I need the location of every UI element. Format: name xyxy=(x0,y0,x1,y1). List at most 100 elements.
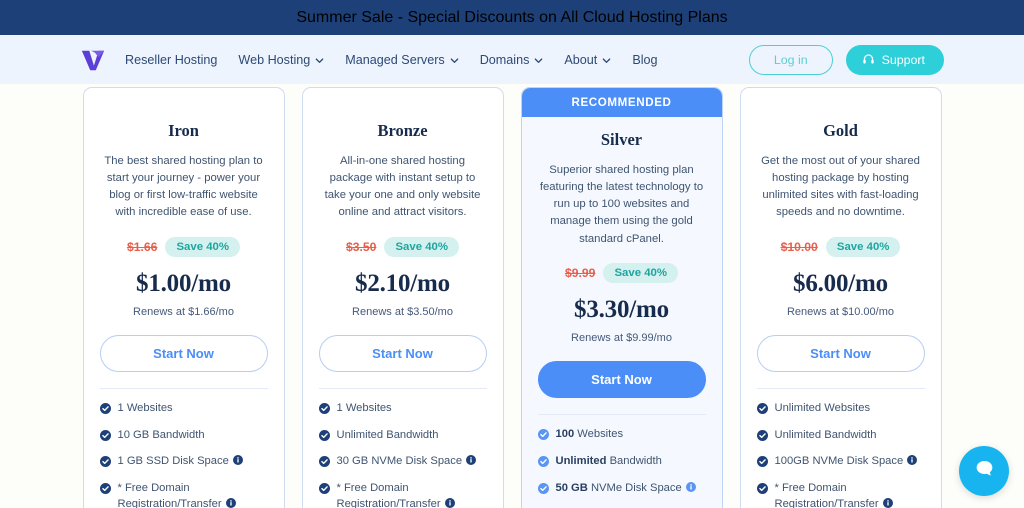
feature-item: Unlimited Bandwidth xyxy=(319,428,487,444)
nav-label: Web Hosting xyxy=(238,53,310,67)
nav-label: Managed Servers xyxy=(345,53,444,67)
plan-description: The best shared hosting plan to start yo… xyxy=(100,153,268,222)
renewal-note: Renews at $9.99/mo xyxy=(538,332,706,344)
main-navbar: Reseller Hosting Web Hosting Managed Ser… xyxy=(0,35,1024,84)
check-circle-icon xyxy=(319,403,330,414)
feature-item: 1 Websites xyxy=(100,401,268,417)
pricing-card-iron: Iron The best shared hosting plan to sta… xyxy=(83,87,285,508)
renewal-note: Renews at $10.00/mo xyxy=(757,306,925,318)
chat-bubble-icon xyxy=(973,457,996,485)
price-row: $9.99 Save 40% xyxy=(538,263,706,283)
chevron-down-icon xyxy=(450,56,459,65)
check-circle-icon xyxy=(538,483,549,494)
plan-name: Silver xyxy=(538,130,706,150)
check-circle-icon xyxy=(757,483,768,494)
feature-item: 100 Websites xyxy=(538,427,706,443)
nav-label: About xyxy=(564,53,597,67)
save-badge: Save 40% xyxy=(603,263,678,283)
feature-list: 1 Websites 10 GB Bandwidth 1 GB SSD Disk… xyxy=(100,401,268,508)
info-icon[interactable] xyxy=(686,482,696,492)
feature-item: 1 Websites xyxy=(319,401,487,417)
info-icon[interactable] xyxy=(907,455,917,465)
plan-name: Gold xyxy=(757,121,925,141)
login-button[interactable]: Log in xyxy=(749,45,833,75)
check-circle-icon xyxy=(319,430,330,441)
brand-logo[interactable] xyxy=(78,46,108,74)
feature-text: Unlimited Bandwidth xyxy=(337,428,439,444)
check-circle-icon xyxy=(538,429,549,440)
check-circle-icon xyxy=(100,456,111,467)
nav-item-reseller-hosting[interactable]: Reseller Hosting xyxy=(125,53,217,67)
plan-description: Get the most out of your shared hosting … xyxy=(757,153,925,222)
check-circle-icon xyxy=(757,403,768,414)
nav-label: Reseller Hosting xyxy=(125,53,217,67)
feature-item: 100GB NVMe Disk Space xyxy=(757,454,925,470)
renewal-note: Renews at $1.66/mo xyxy=(100,306,268,318)
check-circle-icon xyxy=(100,430,111,441)
feature-item: 30 GB NVMe Disk Space xyxy=(319,454,487,470)
divider xyxy=(757,388,925,389)
pricing-card-gold: Gold Get the most out of your shared hos… xyxy=(740,87,942,508)
feature-text: 100 Websites xyxy=(556,427,624,443)
plan-price: $1.00/mo xyxy=(100,270,268,298)
feature-text: 100GB NVMe Disk Space xyxy=(775,454,918,470)
feature-item: Unlimited Bandwidth xyxy=(538,454,706,470)
check-circle-icon xyxy=(319,483,330,494)
check-circle-icon xyxy=(757,430,768,441)
nav-label: Blog xyxy=(632,53,657,67)
divider xyxy=(319,388,487,389)
feature-text: * Free Domain Registration/Transfer xyxy=(118,481,268,508)
announcement-bar: Summer Sale - Special Discounts on All C… xyxy=(0,0,1024,35)
feature-list: 100 Websites Unlimited Bandwidth 50 GB N… xyxy=(538,427,706,508)
save-badge: Save 40% xyxy=(165,237,240,257)
info-icon[interactable] xyxy=(466,455,476,465)
pricing-card-silver: RECOMMENDED Silver Superior shared hosti… xyxy=(521,87,723,508)
plan-name: Bronze xyxy=(319,121,487,141)
plan-description: All-in-one shared hosting package with i… xyxy=(319,153,487,222)
recommended-ribbon: RECOMMENDED xyxy=(522,88,722,117)
headset-icon xyxy=(862,53,875,66)
feature-text: 30 GB NVMe Disk Space xyxy=(337,454,477,470)
nav-item-web-hosting[interactable]: Web Hosting xyxy=(238,53,324,67)
check-circle-icon xyxy=(100,403,111,414)
nav-item-blog[interactable]: Blog xyxy=(632,53,657,67)
price-row: $10.00 Save 40% xyxy=(757,237,925,257)
old-price: $9.99 xyxy=(565,266,596,280)
feature-item: Unlimited Bandwidth xyxy=(757,428,925,444)
start-now-button[interactable]: Start Now xyxy=(319,335,487,372)
support-button[interactable]: Support xyxy=(846,45,944,75)
feature-text: * Free Domain Registration/Transfer xyxy=(775,481,925,508)
nav-item-about[interactable]: About xyxy=(564,53,611,67)
support-label: Support xyxy=(882,53,925,67)
feature-text: 10 GB Bandwidth xyxy=(118,428,205,444)
feature-text: 50 GB NVMe Disk Space xyxy=(556,481,696,497)
feature-item: * Free Domain Registration/Transfer xyxy=(757,481,925,508)
feature-text: Unlimited Bandwidth xyxy=(556,454,662,470)
feature-text: 1 Websites xyxy=(337,401,392,417)
plan-price: $3.30/mo xyxy=(538,296,706,324)
info-icon[interactable] xyxy=(883,498,893,508)
nav-item-domains[interactable]: Domains xyxy=(480,53,544,67)
feature-item: 50 GB NVMe Disk Space xyxy=(538,481,706,497)
info-icon[interactable] xyxy=(233,455,243,465)
chevron-down-icon xyxy=(315,56,324,65)
info-icon[interactable] xyxy=(226,498,236,508)
start-now-button[interactable]: Start Now xyxy=(757,335,925,372)
save-badge: Save 40% xyxy=(384,237,459,257)
plan-price: $2.10/mo xyxy=(319,270,487,298)
plan-price: $6.00/mo xyxy=(757,270,925,298)
check-circle-icon xyxy=(538,456,549,467)
check-circle-icon xyxy=(100,483,111,494)
start-now-button[interactable]: Start Now xyxy=(100,335,268,372)
nav-item-managed-servers[interactable]: Managed Servers xyxy=(345,53,458,67)
divider xyxy=(538,414,706,415)
chevron-down-icon xyxy=(534,56,543,65)
save-badge: Save 40% xyxy=(826,237,901,257)
old-price: $3.50 xyxy=(346,240,377,254)
feature-text: 1 GB SSD Disk Space xyxy=(118,454,243,470)
start-now-button[interactable]: Start Now xyxy=(538,361,706,398)
info-icon[interactable] xyxy=(445,498,455,508)
announcement-text: Summer Sale - Special Discounts on All C… xyxy=(296,9,727,27)
chat-widget-button[interactable] xyxy=(959,446,1009,496)
divider xyxy=(100,388,268,389)
